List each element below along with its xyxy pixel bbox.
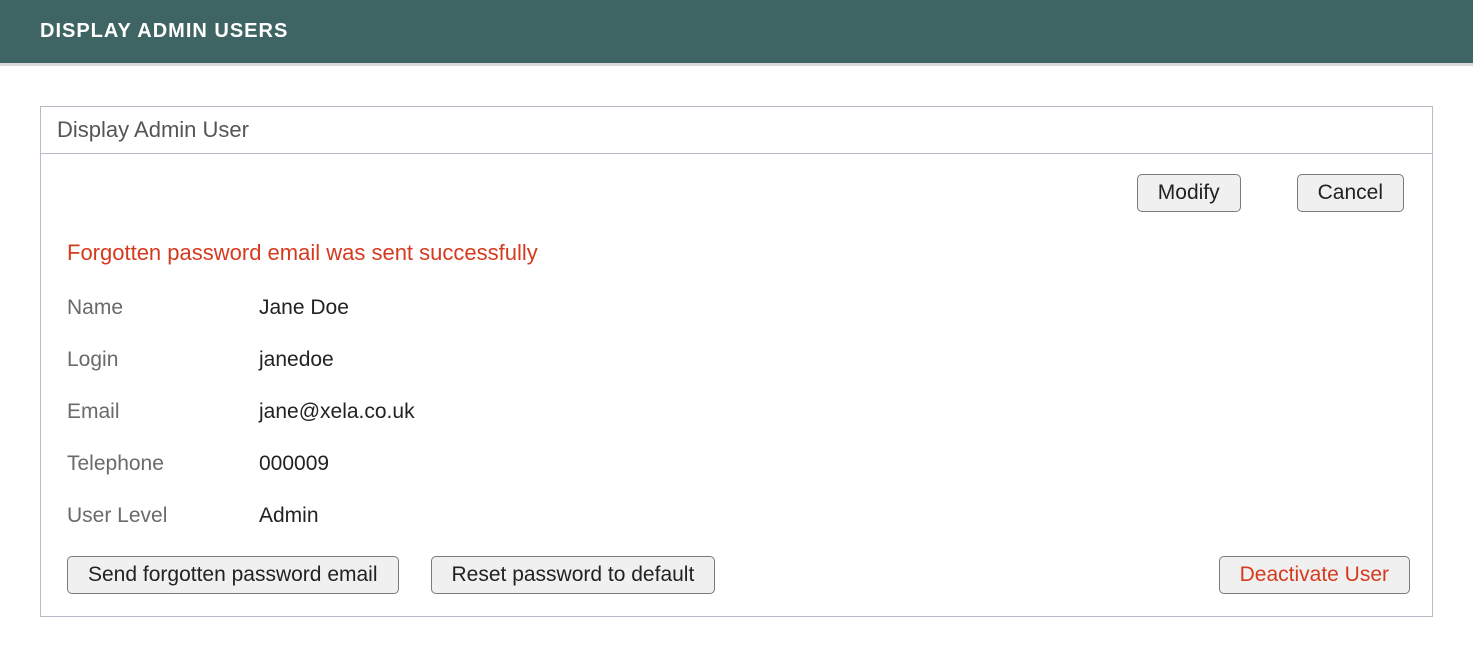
field-telephone: Telephone 000009: [63, 452, 1410, 476]
content-area: Display Admin User Modify Cancel Forgott…: [0, 66, 1473, 637]
field-label-telephone: Telephone: [67, 452, 259, 476]
field-value-telephone: 000009: [259, 452, 329, 476]
send-forgotten-password-button[interactable]: Send forgotten password email: [67, 556, 399, 594]
deactivate-user-button[interactable]: Deactivate User: [1219, 556, 1410, 594]
panel-title: Display Admin User: [41, 107, 1432, 154]
field-email: Email jane@xela.co.uk: [63, 400, 1410, 424]
field-value-user-level: Admin: [259, 504, 319, 528]
field-value-email: jane@xela.co.uk: [259, 400, 415, 424]
page-header: DISPLAY ADMIN USERS: [0, 0, 1473, 66]
modify-button[interactable]: Modify: [1137, 174, 1241, 212]
field-label-name: Name: [67, 296, 259, 320]
field-label-email: Email: [67, 400, 259, 424]
field-name: Name Jane Doe: [63, 296, 1410, 320]
field-label-user-level: User Level: [67, 504, 259, 528]
admin-user-panel: Display Admin User Modify Cancel Forgott…: [40, 106, 1433, 617]
top-actions: Modify Cancel: [63, 174, 1410, 212]
field-login: Login janedoe: [63, 348, 1410, 372]
field-user-level: User Level Admin: [63, 504, 1410, 528]
status-message: Forgotten password email was sent succes…: [63, 240, 1410, 266]
field-value-login: janedoe: [259, 348, 334, 372]
cancel-button[interactable]: Cancel: [1297, 174, 1404, 212]
bottom-actions: Send forgotten password email Reset pass…: [63, 556, 1410, 594]
field-label-login: Login: [67, 348, 259, 372]
reset-password-button[interactable]: Reset password to default: [431, 556, 716, 594]
page-title: DISPLAY ADMIN USERS: [40, 20, 1433, 43]
field-value-name: Jane Doe: [259, 296, 349, 320]
panel-body: Modify Cancel Forgotten password email w…: [41, 154, 1432, 616]
